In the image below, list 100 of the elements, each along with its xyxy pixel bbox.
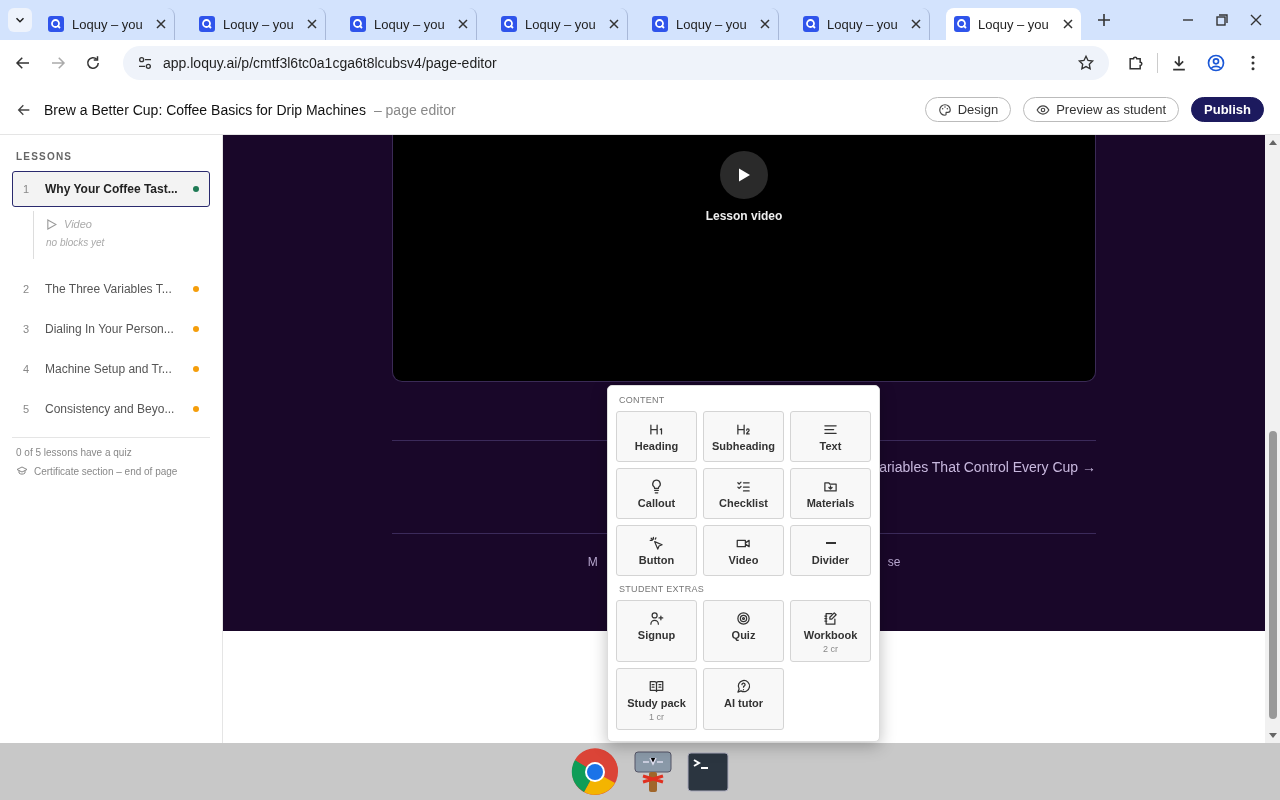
close-icon[interactable] — [911, 19, 921, 29]
lesson-item[interactable]: 3 Dialing In Your Person... — [12, 311, 210, 347]
add-user-icon — [649, 611, 664, 626]
play-button[interactable] — [720, 151, 768, 199]
block-option[interactable]: Subheading — [703, 411, 784, 462]
lines-icon — [823, 422, 838, 437]
play-icon — [736, 167, 752, 183]
close-icon[interactable] — [458, 19, 468, 29]
certificate-note: Certificate section – end of page — [34, 465, 178, 477]
restore-icon[interactable] — [1216, 14, 1228, 26]
site-logo-icon — [652, 16, 668, 32]
tab-title: Loquy – you — [72, 16, 144, 32]
scrollbar[interactable] — [1265, 135, 1280, 743]
block-option[interactable]: AI tutor — [703, 668, 784, 730]
close-icon[interactable] — [156, 19, 166, 29]
publish-button[interactable]: Publish — [1191, 97, 1264, 122]
folder-download-icon — [823, 479, 838, 494]
star-icon[interactable] — [1077, 53, 1095, 72]
tab-title: Loquy – you — [676, 16, 748, 32]
lesson-title: Why Your Coffee Tast... — [45, 182, 179, 196]
new-tab-icon[interactable] — [1097, 13, 1111, 27]
pointer-click-icon — [649, 536, 664, 551]
lesson-item[interactable]: 4 Machine Setup and Tr... — [12, 351, 210, 387]
tab-list-button[interactable] — [8, 8, 32, 32]
lesson-item[interactable]: 1 Why Your Coffee Tast... — [12, 171, 210, 207]
site-logo-icon — [954, 16, 970, 32]
checklist-icon — [736, 479, 751, 494]
site-logo-icon — [199, 16, 215, 32]
lightbulb-icon — [649, 479, 664, 494]
block-option[interactable]: Workbook 2 cr — [790, 600, 871, 662]
lesson-number: 2 — [23, 283, 31, 295]
video-label: Lesson video — [705, 209, 783, 223]
footer-text: M — [587, 555, 598, 569]
tab-title: Loquy – you — [827, 16, 899, 32]
heading-one-icon — [649, 422, 664, 437]
lesson-title: Machine Setup and Tr... — [45, 362, 173, 376]
site-logo-icon — [803, 16, 819, 32]
tab-title: Loquy – you — [978, 16, 1050, 32]
page-title: Brew a Better Cup: Coffee Basics for Drip Machines — [44, 101, 366, 118]
notebook-pen-icon — [823, 611, 838, 626]
section-heading: STUDENT EXTRAS — [619, 584, 706, 594]
tab-title: Loquy – you — [374, 16, 446, 32]
eye-icon — [1036, 102, 1051, 117]
block-option[interactable]: Divider — [790, 525, 871, 576]
quiz-count: 0 of 5 lessons have a quiz — [16, 447, 133, 458]
close-icon[interactable] — [609, 19, 619, 29]
dash-icon — [825, 542, 836, 544]
lesson-title: The Three Variables T... — [45, 282, 173, 296]
profile-icon[interactable] — [1206, 52, 1226, 73]
scroll-up-icon[interactable] — [1268, 139, 1277, 145]
lesson-number: 5 — [23, 403, 31, 415]
graduation-cap-icon — [16, 465, 28, 477]
lesson-number: 3 — [23, 323, 31, 335]
page-subtitle: – page editor — [373, 101, 456, 118]
next-lesson-link[interactable]: ariables That Control Every Cup → — [879, 459, 1096, 475]
block-option[interactable]: Materials — [790, 468, 871, 519]
block-option[interactable]: Checklist — [703, 468, 784, 519]
mallet-icon[interactable] — [633, 749, 673, 794]
lesson-number: 4 — [23, 363, 31, 375]
site-logo-icon — [48, 16, 64, 32]
lesson-item[interactable]: 2 The Three Variables T... — [12, 271, 210, 307]
block-option[interactable]: Study pack 1 cr — [616, 668, 697, 730]
block-option[interactable]: Callout — [616, 468, 697, 519]
block-option[interactable]: Text — [790, 411, 871, 462]
empty-note: no blocks yet — [46, 237, 106, 250]
site-logo-icon — [350, 16, 366, 32]
close-icon[interactable] — [760, 19, 770, 29]
video-block[interactable]: Lesson video — [392, 135, 1096, 382]
block-option[interactable]: Heading — [616, 411, 697, 462]
lesson-title: Dialing In Your Person... — [45, 322, 175, 336]
design-button[interactable]: Design — [924, 97, 1012, 122]
block-option[interactable]: Quiz — [703, 600, 784, 662]
target-icon — [736, 611, 751, 626]
scroll-down-icon[interactable] — [1268, 733, 1277, 739]
lesson-title: Consistency and Beyo... — [45, 402, 176, 416]
close-icon[interactable] — [1250, 14, 1262, 26]
url-text: app.loquy.ai/p/cmtf3l6tc0a1cga6t8lcubsv4/page-editor — [163, 54, 497, 71]
block-option[interactable]: Button — [616, 525, 697, 576]
terminal-icon[interactable] — [687, 751, 729, 792]
lesson-item[interactable]: 5 Consistency and Beyo... — [12, 391, 210, 427]
address-bar[interactable]: app.loquy.ai/p/cmtf3l6tc0a1cga6t8lcubsv4/page-editor — [123, 45, 1109, 80]
section-heading: CONTENT — [619, 395, 666, 405]
block-option[interactable]: Signup — [616, 600, 697, 662]
section-heading: LESSONS — [16, 151, 74, 162]
site-settings-icon[interactable] — [137, 54, 153, 71]
block-option[interactable]: Video — [703, 525, 784, 576]
browser-icon[interactable] — [571, 747, 619, 796]
heading-two-icon — [736, 422, 751, 437]
play-icon — [46, 218, 57, 230]
preview-button[interactable]: Preview as student — [1023, 97, 1180, 122]
site-logo-icon — [501, 16, 517, 32]
close-icon[interactable] — [307, 19, 317, 29]
reload-icon[interactable] — [84, 53, 102, 72]
browser-tab[interactable]: Loquy – you — [946, 8, 1081, 40]
tab-title: Loquy – you — [223, 16, 295, 32]
palette-icon — [937, 102, 952, 117]
lesson-number: 1 — [23, 183, 31, 195]
footer-text: se — [887, 555, 901, 569]
open-book-icon — [649, 679, 664, 694]
close-icon[interactable] — [1063, 19, 1073, 29]
